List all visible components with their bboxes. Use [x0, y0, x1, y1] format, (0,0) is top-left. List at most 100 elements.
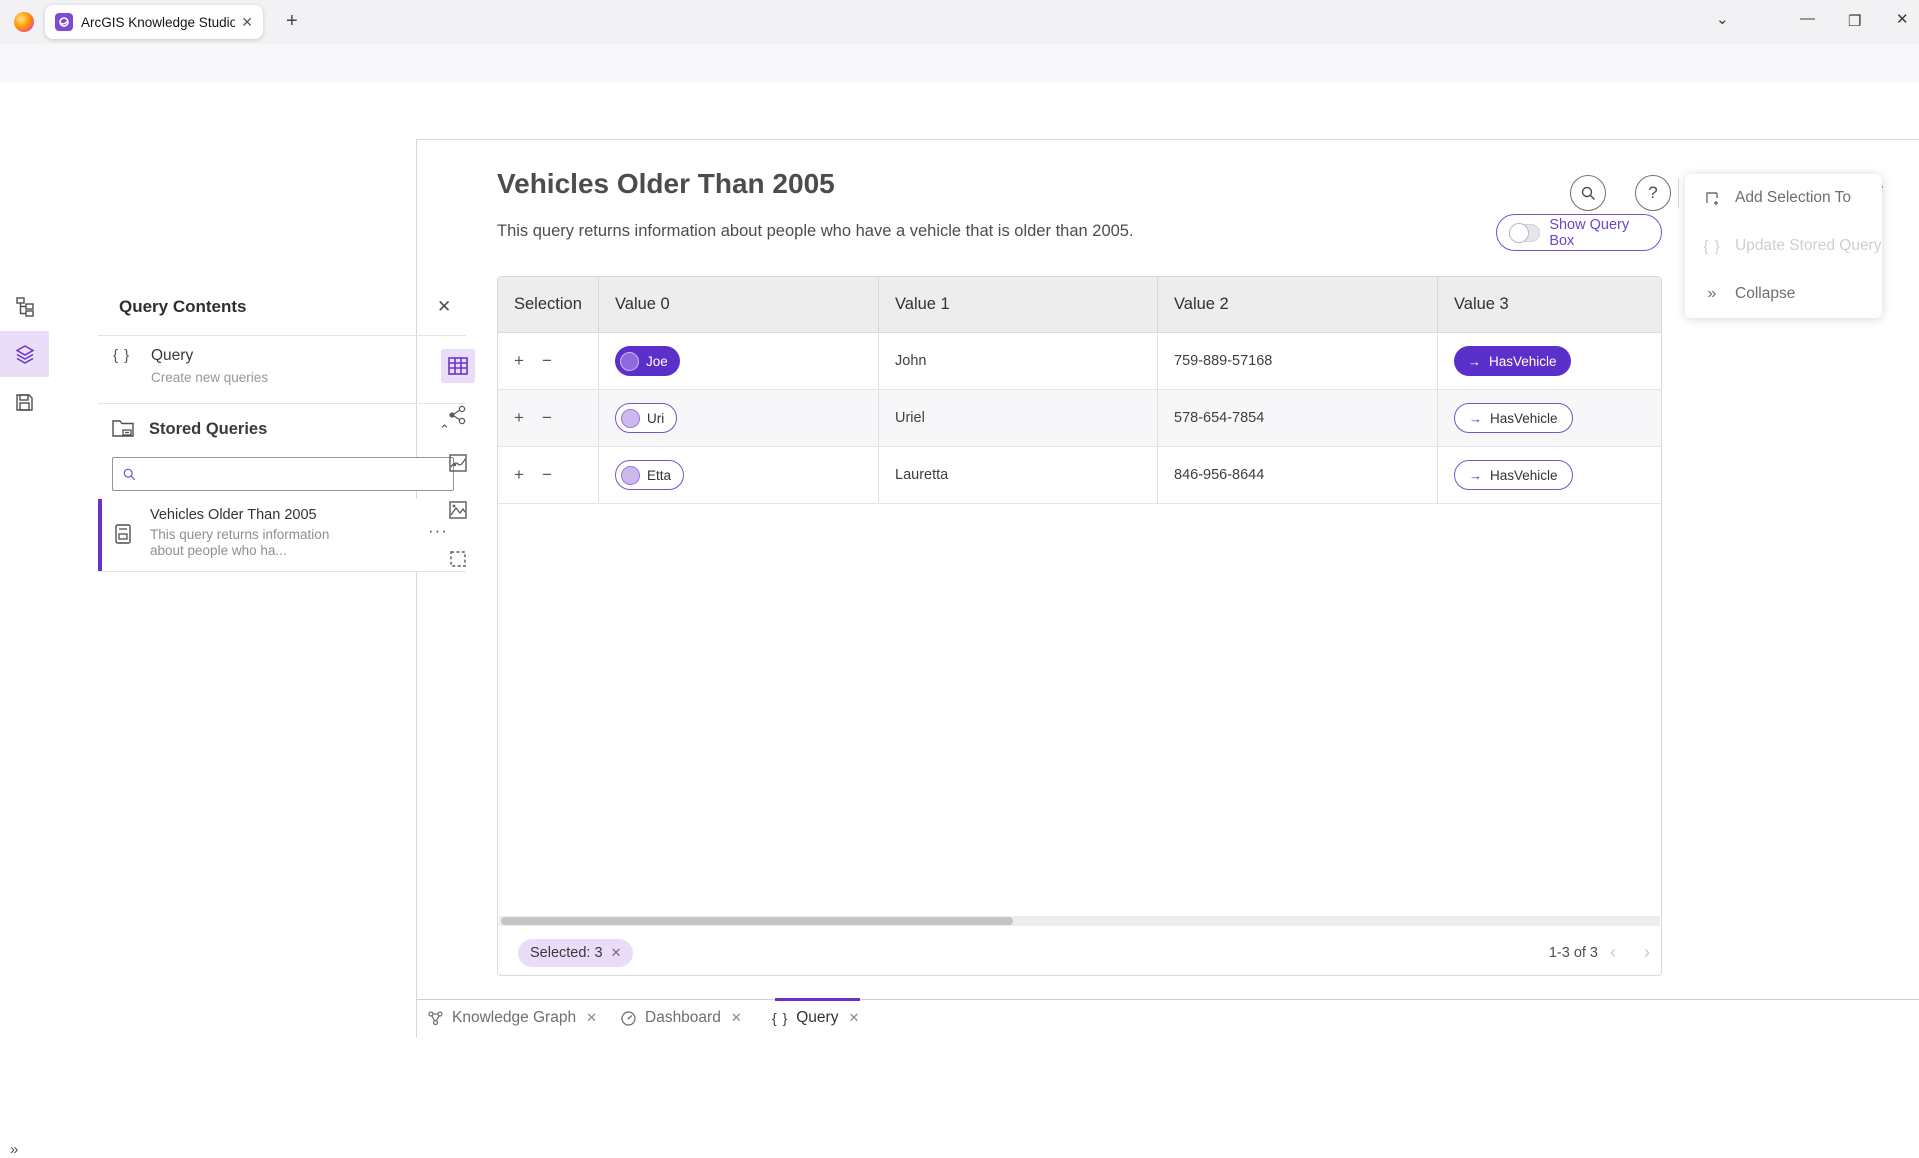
- entity-label: Uri: [647, 411, 664, 426]
- expand-rail-icon[interactable]: »: [10, 1141, 16, 1158]
- app-header: Certification Project ? PL publisher2 la…: [0, 82, 1919, 140]
- entity-pill[interactable]: Etta: [615, 460, 684, 490]
- menu-item-label: Add Selection To: [1735, 189, 1851, 207]
- previous-page-icon[interactable]: ‹: [1610, 942, 1616, 963]
- row-range-label: 1-3 of 3: [1518, 945, 1598, 961]
- entity-pill[interactable]: Joe: [615, 346, 680, 376]
- column-header[interactable]: Value 1: [879, 277, 1158, 332]
- add-to-new-icon: [1701, 190, 1723, 207]
- entity-cell: Joe: [599, 333, 879, 389]
- tab-knowledge-graph[interactable]: Knowledge Graph ✕: [427, 1009, 597, 1027]
- entity-pill[interactable]: Uri: [615, 403, 677, 433]
- scrollbar-thumb[interactable]: [501, 917, 1013, 925]
- braces-icon: { }: [772, 1010, 788, 1026]
- tab-close-icon[interactable]: ✕: [241, 14, 253, 31]
- new-tab-button[interactable]: +: [286, 10, 298, 33]
- column-header[interactable]: Value 2: [1158, 277, 1438, 332]
- link-chart-view-icon[interactable]: [441, 398, 475, 432]
- stored-query-subtitle: This query returns information about peo…: [150, 527, 362, 559]
- help-button[interactable]: ?: [1635, 175, 1671, 211]
- panel-divider: [98, 335, 466, 336]
- entity-label: Joe: [646, 354, 668, 369]
- search-input[interactable]: [144, 465, 443, 483]
- selection-view-icon[interactable]: [441, 542, 475, 576]
- arrow-right-icon: →: [1468, 354, 1481, 369]
- selected-indicator-bar: [98, 499, 102, 571]
- menu-item-add-selection-to[interactable]: Add Selection To: [1685, 174, 1882, 222]
- value-cell: 578-654-7854: [1158, 390, 1438, 446]
- menu-item-update-stored-query[interactable]: { } Update Stored Query: [1685, 222, 1882, 270]
- toggle-track[interactable]: [1509, 224, 1540, 242]
- tab-title: ArcGIS Knowledge Studio: [81, 15, 235, 30]
- stored-query-title: Vehicles Older Than 2005: [150, 507, 317, 523]
- table-row[interactable]: + − Uri Uriel 578-654-7854 → HasVehicle: [498, 390, 1661, 447]
- column-header[interactable]: Value 3: [1438, 277, 1661, 332]
- tab-label: Knowledge Graph: [452, 1009, 576, 1027]
- relationship-label: HasVehicle: [1490, 411, 1558, 426]
- add-to-selection-icon[interactable]: +: [514, 408, 524, 428]
- table-view-icon[interactable]: [441, 349, 475, 383]
- window-close-button[interactable]: ✕: [1896, 10, 1909, 28]
- relationship-cell: → HasVehicle: [1438, 447, 1661, 503]
- entity-dot-icon: [621, 409, 640, 428]
- tab-close-icon[interactable]: ✕: [731, 1010, 742, 1026]
- table-row[interactable]: + − Joe John 759-889-57168 → HasVehicle: [498, 333, 1661, 390]
- relationship-pill[interactable]: → HasVehicle: [1454, 346, 1571, 376]
- restore-button[interactable]: ❐: [1848, 12, 1861, 30]
- panel-divider: [98, 403, 466, 404]
- contents-layers-icon[interactable]: [0, 331, 49, 377]
- panel-close-icon[interactable]: ✕: [437, 297, 451, 317]
- table-options-menu: Add Selection To { } Update Stored Query…: [1685, 174, 1882, 318]
- tab-close-icon[interactable]: ✕: [586, 1010, 597, 1026]
- remove-from-selection-icon[interactable]: −: [542, 351, 552, 371]
- menu-item-collapse[interactable]: » Collapse: [1685, 270, 1882, 318]
- stored-queries-title: Stored Queries: [149, 420, 267, 439]
- braces-icon: { }: [113, 347, 130, 364]
- browser-tab[interactable]: ArcGIS Knowledge Studio ✕: [45, 5, 263, 39]
- column-header[interactable]: Value 0: [599, 277, 879, 332]
- browser-tab-bar: ArcGIS Knowledge Studio ✕ + ⌄ — ❐ ✕: [0, 0, 1919, 45]
- stored-query-item[interactable]: Vehicles Older Than 2005 This query retu…: [98, 499, 465, 571]
- entity-cell: Etta: [599, 447, 879, 503]
- toggle-knob: [1509, 223, 1529, 243]
- active-tab-indicator: [775, 998, 860, 1001]
- remove-from-selection-icon[interactable]: −: [542, 408, 552, 428]
- clear-selection-icon[interactable]: ✕: [611, 945, 622, 961]
- remove-from-selection-icon[interactable]: −: [542, 465, 552, 485]
- relationship-pill[interactable]: → HasVehicle: [1454, 460, 1573, 490]
- tab-query[interactable]: { } Query ✕: [772, 1009, 859, 1027]
- selected-count-label: Selected: 3: [530, 945, 603, 961]
- data-model-icon[interactable]: [0, 283, 49, 329]
- relationship-pill[interactable]: → HasVehicle: [1454, 403, 1573, 433]
- next-page-icon[interactable]: ›: [1644, 942, 1650, 963]
- content-tab-bar: Knowledge Graph ✕ Dashboard ✕ { } Query …: [417, 999, 1919, 1038]
- show-query-box-toggle[interactable]: Show Query Box: [1496, 214, 1662, 251]
- horizontal-scrollbar[interactable]: [499, 916, 1660, 926]
- stored-queries-search[interactable]: [112, 457, 454, 491]
- selection-cell: + −: [498, 447, 599, 503]
- column-header[interactable]: Selection: [498, 277, 599, 332]
- list-tabs-icon[interactable]: ⌄: [1716, 10, 1729, 28]
- entity-dot-icon: [621, 466, 640, 485]
- page-description: This query returns information about peo…: [497, 222, 1134, 241]
- relationship-cell: → HasVehicle: [1438, 333, 1661, 389]
- table-row[interactable]: + − Etta Lauretta 846-956-8644 → HasVehi…: [498, 447, 1661, 504]
- add-to-selection-icon[interactable]: +: [514, 465, 524, 485]
- minimize-button[interactable]: —: [1800, 10, 1815, 27]
- tab-close-icon[interactable]: ✕: [848, 1010, 859, 1026]
- toggle-label: Show Query Box: [1549, 217, 1649, 249]
- tab-dashboard[interactable]: Dashboard ✕: [620, 1009, 742, 1027]
- search-button[interactable]: [1570, 175, 1606, 211]
- new-map-view-icon[interactable]: [441, 493, 475, 527]
- braces-icon: { }: [1701, 238, 1723, 255]
- stored-query-doc-icon: [113, 523, 133, 545]
- add-to-selection-icon[interactable]: +: [514, 351, 524, 371]
- map-view-icon[interactable]: [441, 446, 475, 480]
- query-item-title[interactable]: Query: [151, 347, 193, 365]
- page-title: Vehicles Older Than 2005: [497, 168, 835, 200]
- panel-divider: [98, 571, 466, 572]
- save-icon[interactable]: [0, 379, 49, 425]
- entity-cell: Uri: [599, 390, 879, 446]
- firefox-icon[interactable]: [14, 12, 34, 32]
- selected-count-chip[interactable]: Selected: 3 ✕: [518, 939, 633, 967]
